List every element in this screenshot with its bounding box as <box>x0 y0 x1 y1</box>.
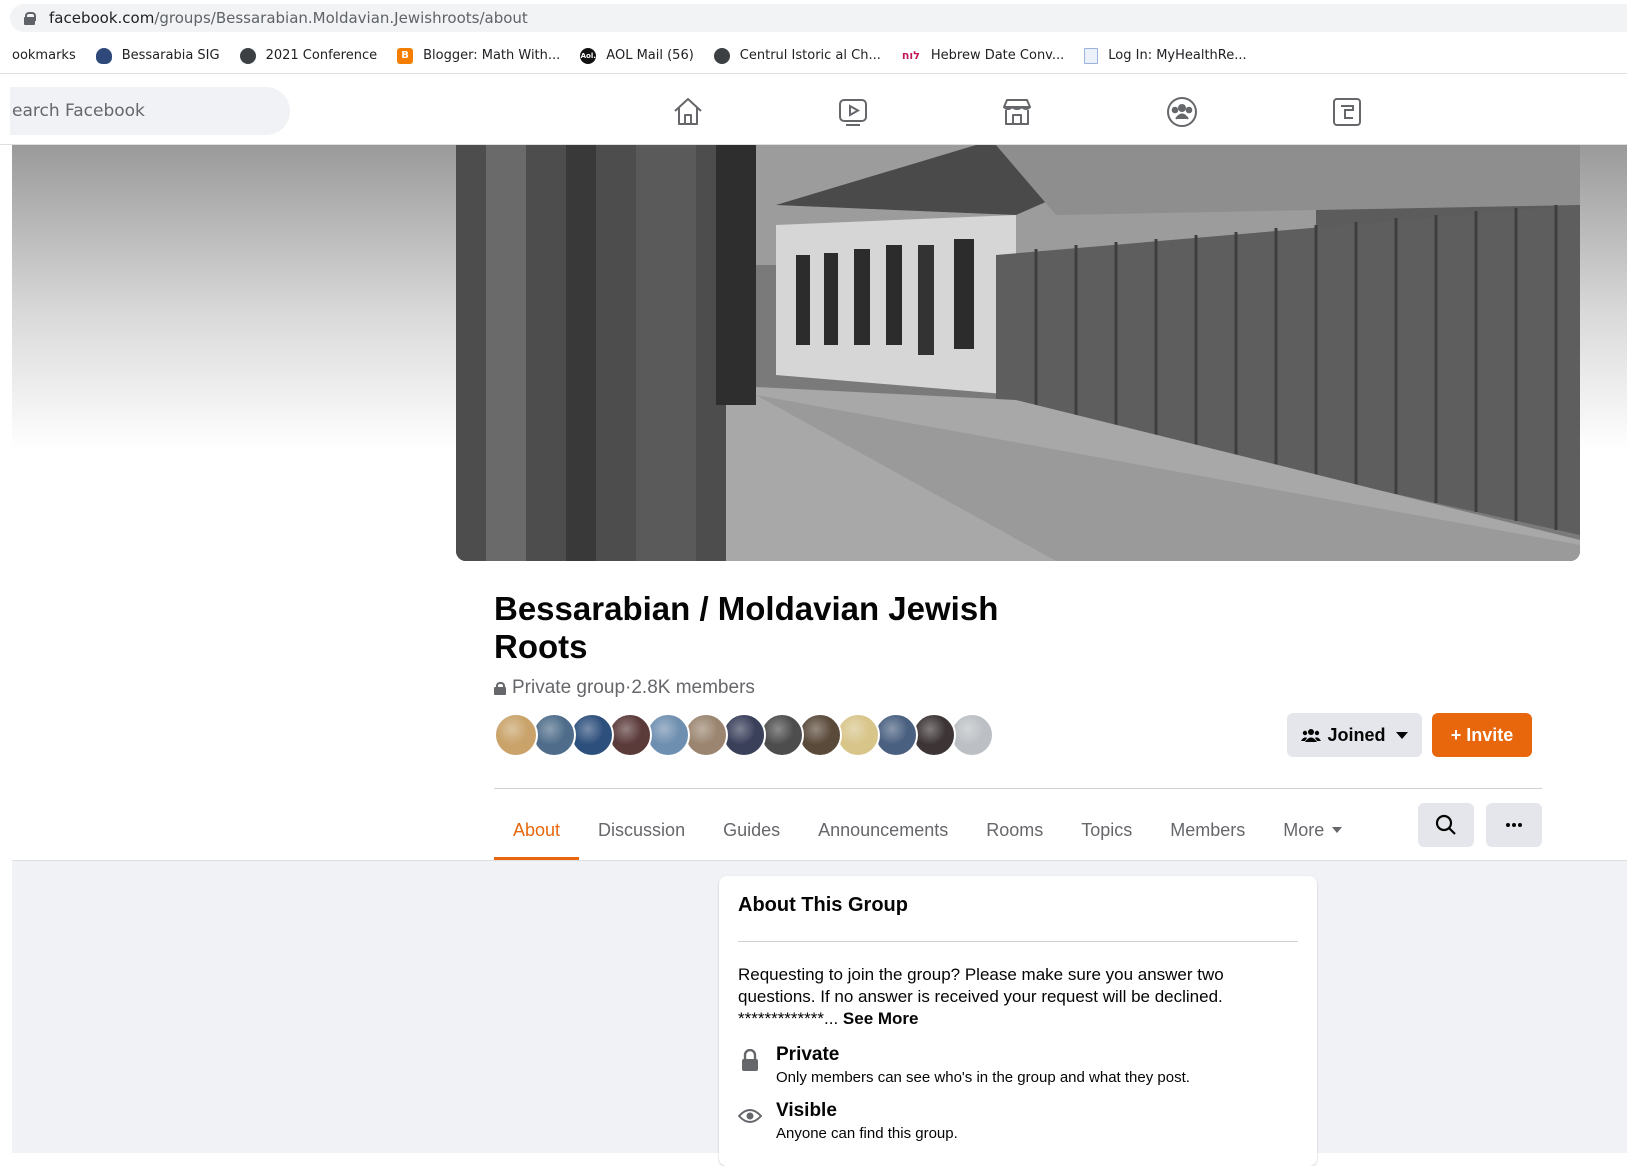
bookmark-label: ookmarks <box>12 48 76 63</box>
member-avatar[interactable] <box>722 713 766 757</box>
eye-icon <box>738 1104 762 1128</box>
watch-icon[interactable] <box>836 95 870 129</box>
bookmark-myhealthrecord[interactable]: Log In: MyHealthRe... <box>1084 47 1247 64</box>
globe-icon <box>239 47 256 64</box>
search-input[interactable]: earch Facebook <box>10 87 290 135</box>
joined-label: Joined <box>1327 724 1386 745</box>
group-tabs: About Discussion Guides Announcements Ro… <box>494 800 1361 860</box>
group-member-count[interactable]: 2.8K members <box>631 677 755 699</box>
search-group-button[interactable] <box>1418 803 1474 847</box>
caret-down-icon <box>1395 731 1408 739</box>
facebook-top-nav: earch Facebook <box>0 75 1627 145</box>
member-avatar[interactable] <box>570 713 614 757</box>
member-avatar[interactable] <box>684 713 728 757</box>
bookmark-all-bookmarks[interactable]: ookmarks <box>12 48 76 63</box>
url-host: facebook.com <box>49 9 155 27</box>
visibility-subtitle: Anyone can find this group. <box>776 1125 958 1142</box>
tab-label: Topics <box>1081 819 1133 840</box>
bookmark-centrul-istoric[interactable]: Centrul Istoric al Ch... <box>713 47 881 64</box>
marketplace-icon[interactable] <box>1000 95 1034 129</box>
bookmark-label: Blogger: Math With... <box>423 48 561 63</box>
document-icon <box>1084 47 1099 64</box>
member-avatars <box>494 713 994 757</box>
hebrew-calendar-icon: לוח <box>901 49 920 62</box>
privacy-row: Private Only members can see who's in th… <box>738 1044 1298 1086</box>
tab-members[interactable]: Members <box>1151 800 1264 860</box>
bookmark-2021-conference[interactable]: 2021 Conference <box>239 47 378 64</box>
tab-label: More <box>1283 819 1325 840</box>
member-avatar[interactable] <box>494 713 538 757</box>
caret-down-icon <box>1332 827 1343 833</box>
tab-guides[interactable]: Guides <box>704 800 799 860</box>
bookmark-label: 2021 Conference <box>265 48 378 63</box>
tab-label: Rooms <box>986 819 1044 840</box>
tab-more[interactable]: More <box>1264 800 1361 860</box>
url-field[interactable]: facebook.com/groups/Bessarabian.Moldavia… <box>10 4 1627 32</box>
globe-icon <box>713 47 730 64</box>
visibility-title: Visible <box>776 1100 837 1121</box>
tab-label: Guides <box>723 819 781 840</box>
member-avatar[interactable] <box>950 713 994 757</box>
tab-label: Announcements <box>818 819 949 840</box>
bookmark-label: Centrul Istoric al Ch... <box>739 48 881 63</box>
browser-address-bar: facebook.com/groups/Bessarabian.Moldavia… <box>0 0 1627 36</box>
tab-label: Discussion <box>598 819 686 840</box>
gaming-icon[interactable] <box>1330 95 1364 129</box>
bookmark-bessarabia-sig[interactable]: Bessarabia SIG <box>95 47 220 64</box>
privacy-title: Private <box>776 1044 840 1065</box>
bookmark-blogger[interactable]: B Blogger: Math With... <box>397 47 561 64</box>
bookmark-hebrew-date[interactable]: לוח Hebrew Date Conv... <box>901 48 1064 64</box>
aol-icon: Aol. <box>580 47 597 64</box>
member-avatar[interactable] <box>532 713 576 757</box>
tab-rooms[interactable]: Rooms <box>967 800 1062 860</box>
see-more-link[interactable]: See More <box>843 1009 919 1028</box>
description-text: Requesting to join the group? Please mak… <box>738 965 1224 1028</box>
member-avatar[interactable] <box>798 713 842 757</box>
sig-crest-icon <box>95 47 112 64</box>
visibility-row: Visible Anyone can find this group. <box>738 1100 1298 1142</box>
tab-announcements[interactable]: Announcements <box>799 800 967 860</box>
group-meta: Private group · 2.8K members <box>494 677 755 699</box>
more-options-button[interactable] <box>1486 803 1542 847</box>
group-title[interactable]: Bessarabian / Moldavian Jewish Roots <box>494 590 1054 666</box>
tab-label: Members <box>1170 819 1246 840</box>
tab-about[interactable]: About <box>494 800 580 860</box>
search-placeholder: earch Facebook <box>12 101 145 121</box>
header-divider <box>494 788 1542 789</box>
bookmark-label: Hebrew Date Conv... <box>930 48 1065 63</box>
tab-topics[interactable]: Topics <box>1062 800 1151 860</box>
blogger-icon: B <box>397 47 414 64</box>
lock-icon[interactable] <box>24 12 36 25</box>
about-description: Requesting to join the group? Please mak… <box>738 964 1298 1030</box>
privacy-subtitle: Only members can see who's in the group … <box>776 1069 1190 1086</box>
member-avatar[interactable] <box>912 713 956 757</box>
url-path: /groups/Bessarabian.Moldavian.Jewishroot… <box>154 9 528 27</box>
bookmark-aol-mail[interactable]: Aol. AOL Mail (56) <box>580 47 694 64</box>
tab-discussion[interactable]: Discussion <box>579 800 704 860</box>
bookmark-label: AOL Mail (56) <box>606 48 694 63</box>
member-avatar[interactable] <box>760 713 804 757</box>
about-title: About This Group <box>738 876 1298 942</box>
invite-button[interactable]: + Invite <box>1432 713 1532 757</box>
tab-label: About <box>513 819 561 840</box>
member-avatar[interactable] <box>836 713 880 757</box>
bookmark-label: Bessarabia SIG <box>121 48 220 63</box>
bookmarks-bar: ookmarks Bessarabia SIG 2021 Conference … <box>0 38 1627 74</box>
home-icon[interactable] <box>671 95 705 129</box>
member-avatar[interactable] <box>608 713 652 757</box>
group-privacy[interactable]: Private group <box>512 677 625 699</box>
lock-icon <box>494 681 506 695</box>
cover-photo <box>456 145 1580 561</box>
lock-icon <box>738 1048 762 1072</box>
ellipsis-icon <box>1506 823 1522 827</box>
members-icon <box>1301 729 1322 742</box>
member-avatar[interactable] <box>874 713 918 757</box>
about-card: About This Group Requesting to join the … <box>719 876 1317 1166</box>
member-avatar[interactable] <box>646 713 690 757</box>
search-icon <box>1435 814 1456 835</box>
joined-button[interactable]: Joined <box>1287 713 1422 757</box>
bookmark-label: Log In: MyHealthRe... <box>1108 48 1247 63</box>
groups-icon[interactable] <box>1165 95 1199 129</box>
